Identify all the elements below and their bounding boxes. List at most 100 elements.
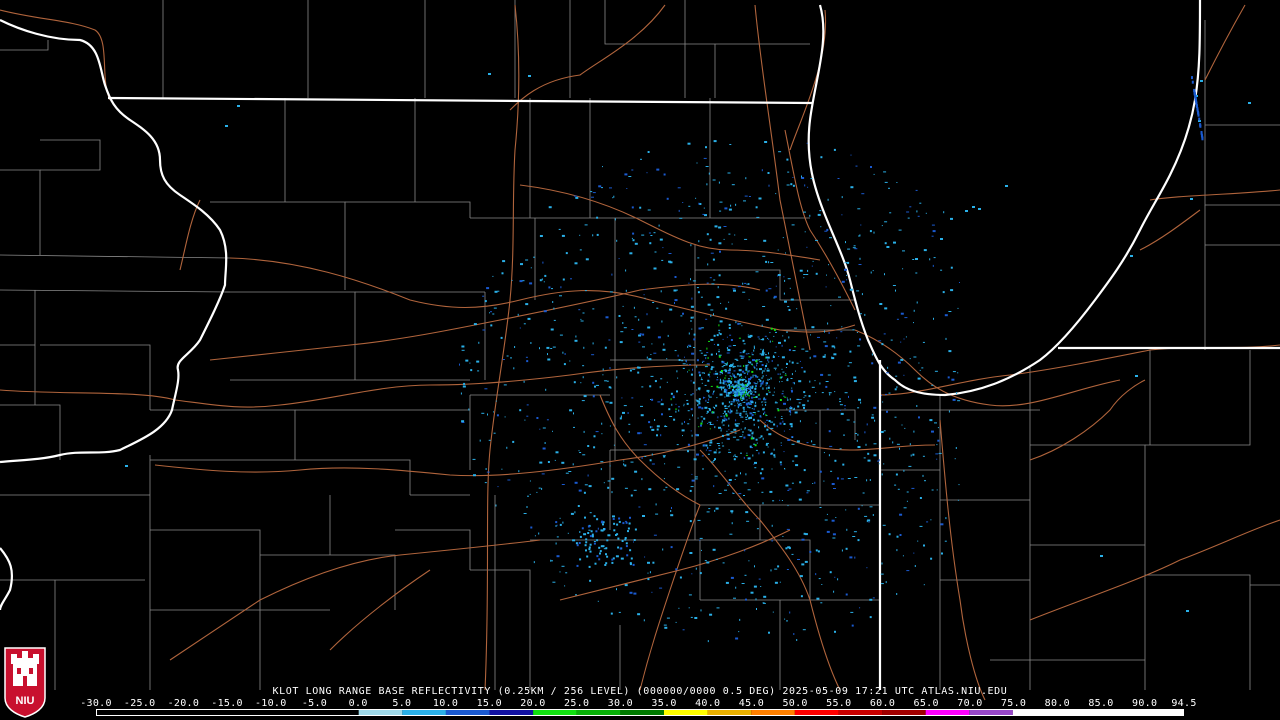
echo-cell: [761, 364, 764, 366]
echo-cell: [956, 392, 958, 394]
echo-cell: [841, 549, 843, 552]
echo-cell: [596, 384, 599, 386]
echo-cell: [679, 576, 682, 579]
echo-cell: [909, 358, 911, 360]
echo-cell: [666, 381, 668, 383]
echo-cell: [751, 414, 754, 417]
echo-cell: [526, 360, 529, 363]
echo-cell: [723, 238, 725, 240]
echo-cell: [750, 401, 754, 404]
echo-cell: [745, 177, 747, 180]
echo-cell: [543, 310, 547, 313]
colorbar-tick-label: 50.0: [782, 698, 808, 709]
echo-cell: [721, 388, 723, 391]
echo-cell: [728, 301, 730, 303]
echo-cell: [529, 282, 533, 285]
echo-cell: [529, 493, 531, 495]
echo-cell: [831, 519, 835, 522]
echo-cell: [775, 369, 777, 371]
echo-cell: [718, 226, 722, 229]
echo-cell: [579, 558, 582, 561]
echo-cell: [773, 355, 775, 357]
echo-cell: [605, 562, 608, 565]
echo-cell: [609, 465, 611, 467]
echo-cell: [896, 535, 899, 538]
echo-cell: [781, 368, 783, 370]
echo-cell: [556, 536, 559, 538]
echo-cell: [774, 581, 778, 584]
echo-cell: [742, 370, 745, 373]
echo-cell: [737, 382, 740, 385]
echo-cell: [776, 425, 778, 428]
colorbar-segment: [1012, 710, 1183, 715]
echo-cell: [663, 173, 666, 176]
echo-cell: [747, 414, 749, 417]
echo-cell: [518, 470, 520, 473]
echo-cell: [690, 320, 692, 322]
echo-cell: [731, 377, 733, 380]
echo-cell: [739, 383, 742, 385]
echo-cell: [896, 318, 899, 320]
echo-cell: [696, 453, 699, 456]
echo-cell: [649, 571, 651, 574]
echo-cell: [902, 268, 904, 270]
echo-cell: [711, 366, 714, 369]
echo-cell: [631, 329, 634, 330]
echo-cell: [812, 483, 814, 484]
echo-cell: [844, 392, 848, 394]
echo-cell: [777, 364, 779, 367]
echo-cell: [674, 302, 675, 304]
echo-cell: [799, 575, 803, 578]
echo-cell: [756, 528, 759, 530]
echo-cell: [546, 419, 549, 421]
echo-cell: [698, 371, 701, 374]
echo-cell: [765, 289, 768, 292]
echo-cell: [750, 392, 753, 395]
echo-cell: [578, 542, 581, 544]
echo-cell: [841, 326, 843, 328]
echo-cell: [854, 433, 857, 434]
echo-cell: [693, 333, 696, 336]
echo-cell: [696, 365, 698, 368]
echo-cell: [734, 358, 738, 360]
echo-cell: [614, 218, 616, 221]
echo-cell: [523, 380, 525, 383]
echo-cell: [687, 423, 690, 425]
echo-cell: [858, 398, 861, 401]
echo-cell: [616, 376, 618, 379]
echo-cell: [816, 597, 820, 600]
echo-cell: [568, 471, 572, 472]
echo-cell: [605, 547, 608, 550]
echo-cell: [579, 531, 581, 533]
echo-cell: [740, 393, 742, 395]
echo-cell: [573, 412, 574, 415]
echo-cell: [728, 395, 730, 397]
echo-cell: [785, 367, 787, 368]
echo-cell: [780, 376, 783, 378]
echo-cell: [741, 325, 743, 327]
echo-cell: [733, 428, 737, 431]
echo-cell: [782, 536, 784, 537]
echo-cell: [722, 562, 725, 564]
echo-cell: [626, 554, 629, 557]
echo-cell: [525, 303, 529, 306]
echo-cell: [724, 408, 728, 409]
echo-cell: [584, 516, 586, 519]
echo-cell: [682, 367, 685, 369]
echo-cell: [735, 637, 739, 640]
echo-cell: [701, 420, 703, 423]
echo-cell: [734, 454, 736, 457]
echo-cell: [743, 495, 745, 496]
echo-cell: [604, 380, 608, 382]
echo-cell: [552, 430, 553, 432]
echo-cell: [916, 405, 918, 407]
echo-cell: [784, 468, 785, 469]
echo-cell: [632, 563, 635, 566]
echo-cell: [783, 423, 785, 425]
echo-cell: [548, 206, 552, 209]
echo-cell: [762, 502, 764, 505]
echo-cell: [728, 345, 732, 347]
echo-cell: [889, 212, 892, 214]
echo-cell: [742, 282, 744, 285]
echo-cell: [493, 307, 497, 309]
